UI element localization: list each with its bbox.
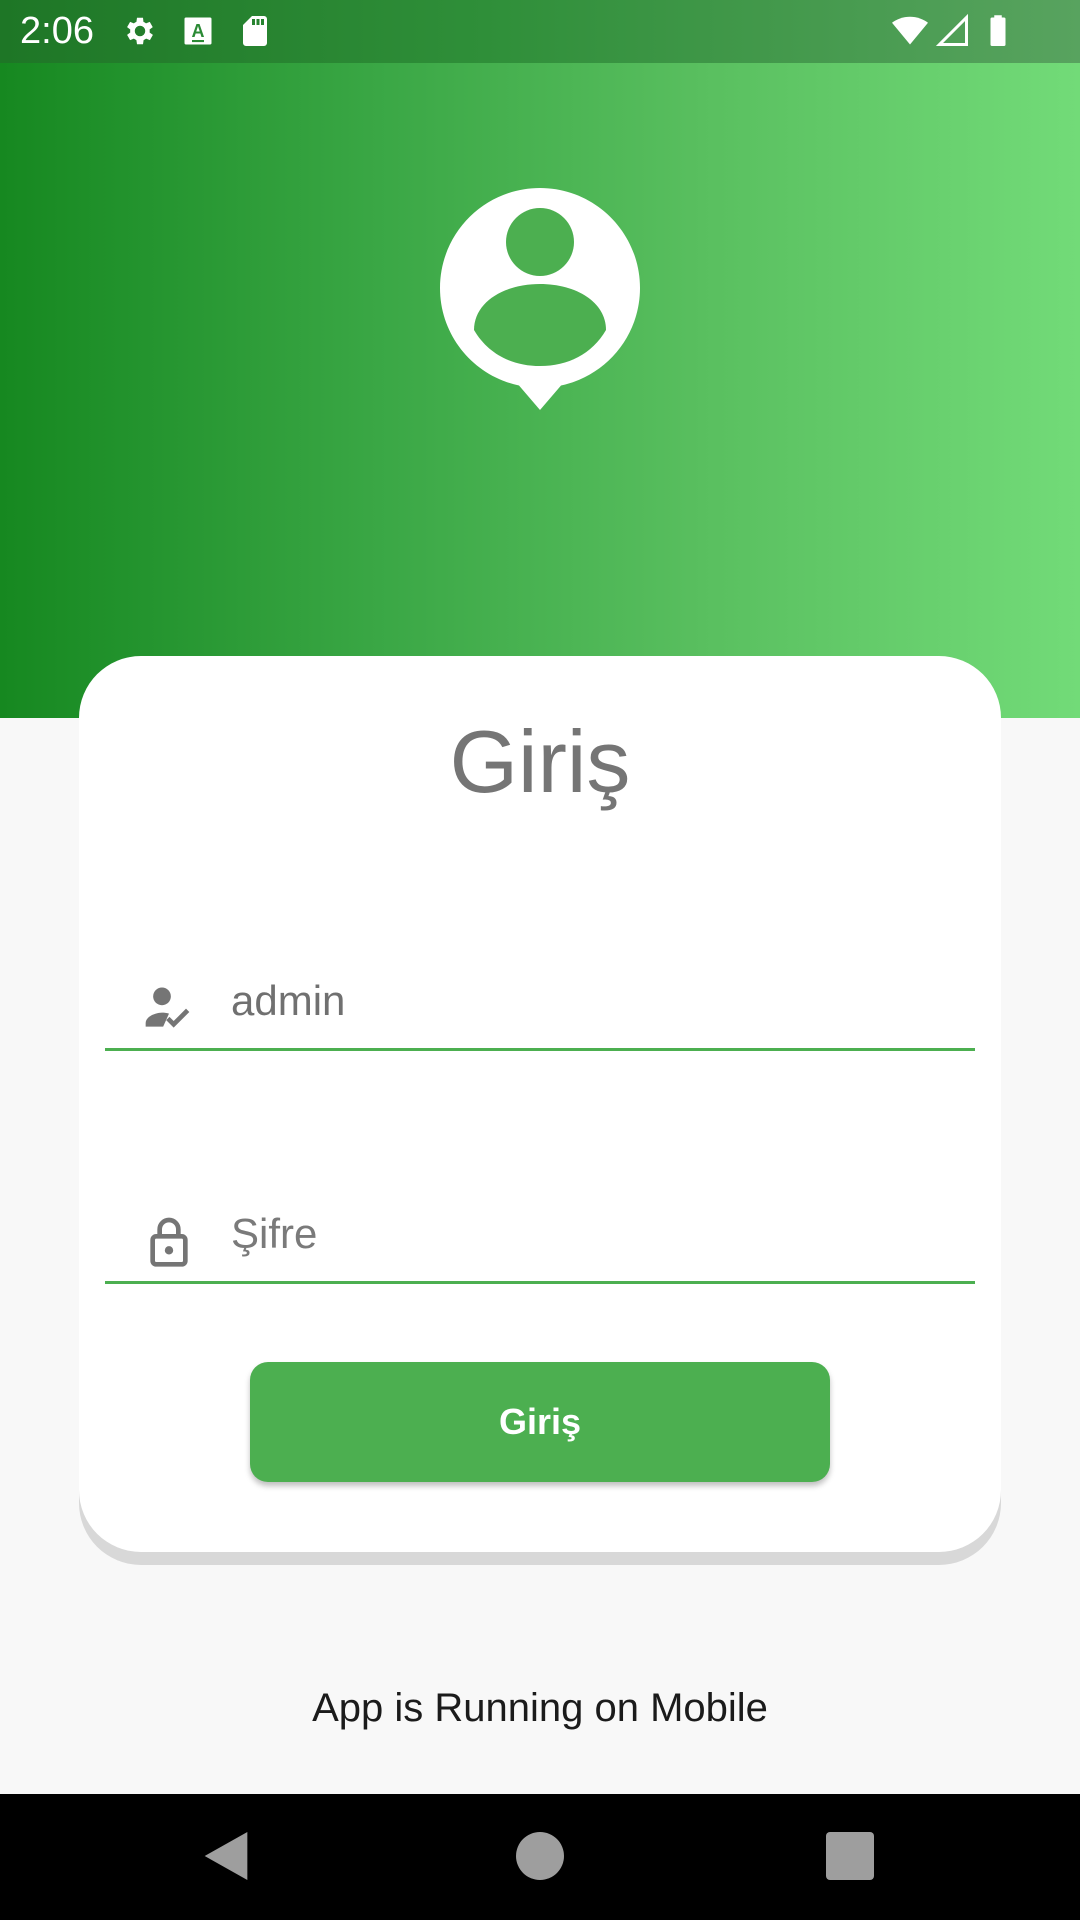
status-time: 2:06 [20, 10, 94, 52]
back-icon[interactable] [194, 1824, 258, 1888]
password-field[interactable] [105, 1191, 975, 1284]
recents-icon[interactable] [818, 1824, 882, 1888]
gear-icon [127, 17, 153, 45]
wifi-icon [892, 16, 928, 45]
svg-text:A: A [192, 21, 205, 41]
username-input[interactable] [231, 968, 951, 1034]
sd-card-icon [243, 16, 267, 46]
status-bar: 2:06 A [0, 0, 1080, 63]
password-input[interactable] [231, 1201, 951, 1267]
login-button[interactable]: Giriş [250, 1362, 830, 1482]
login-title: Giriş [449, 712, 631, 811]
battery-icon [990, 15, 1006, 46]
username-field[interactable] [105, 958, 975, 1051]
user-check-icon [145, 987, 190, 1028]
signal-icon [935, 13, 968, 46]
keyboard-a-icon: A [184, 17, 212, 45]
home-icon[interactable] [508, 1824, 572, 1888]
user-pin-icon [440, 188, 640, 410]
navigation-bar [0, 1794, 1080, 1920]
login-screen: 2:06 A Giriş admin Giriş App is Running … [0, 0, 1080, 1920]
lock-icon [150, 1217, 188, 1267]
platform-status-text: App is Running on Mobile [312, 1686, 768, 1730]
